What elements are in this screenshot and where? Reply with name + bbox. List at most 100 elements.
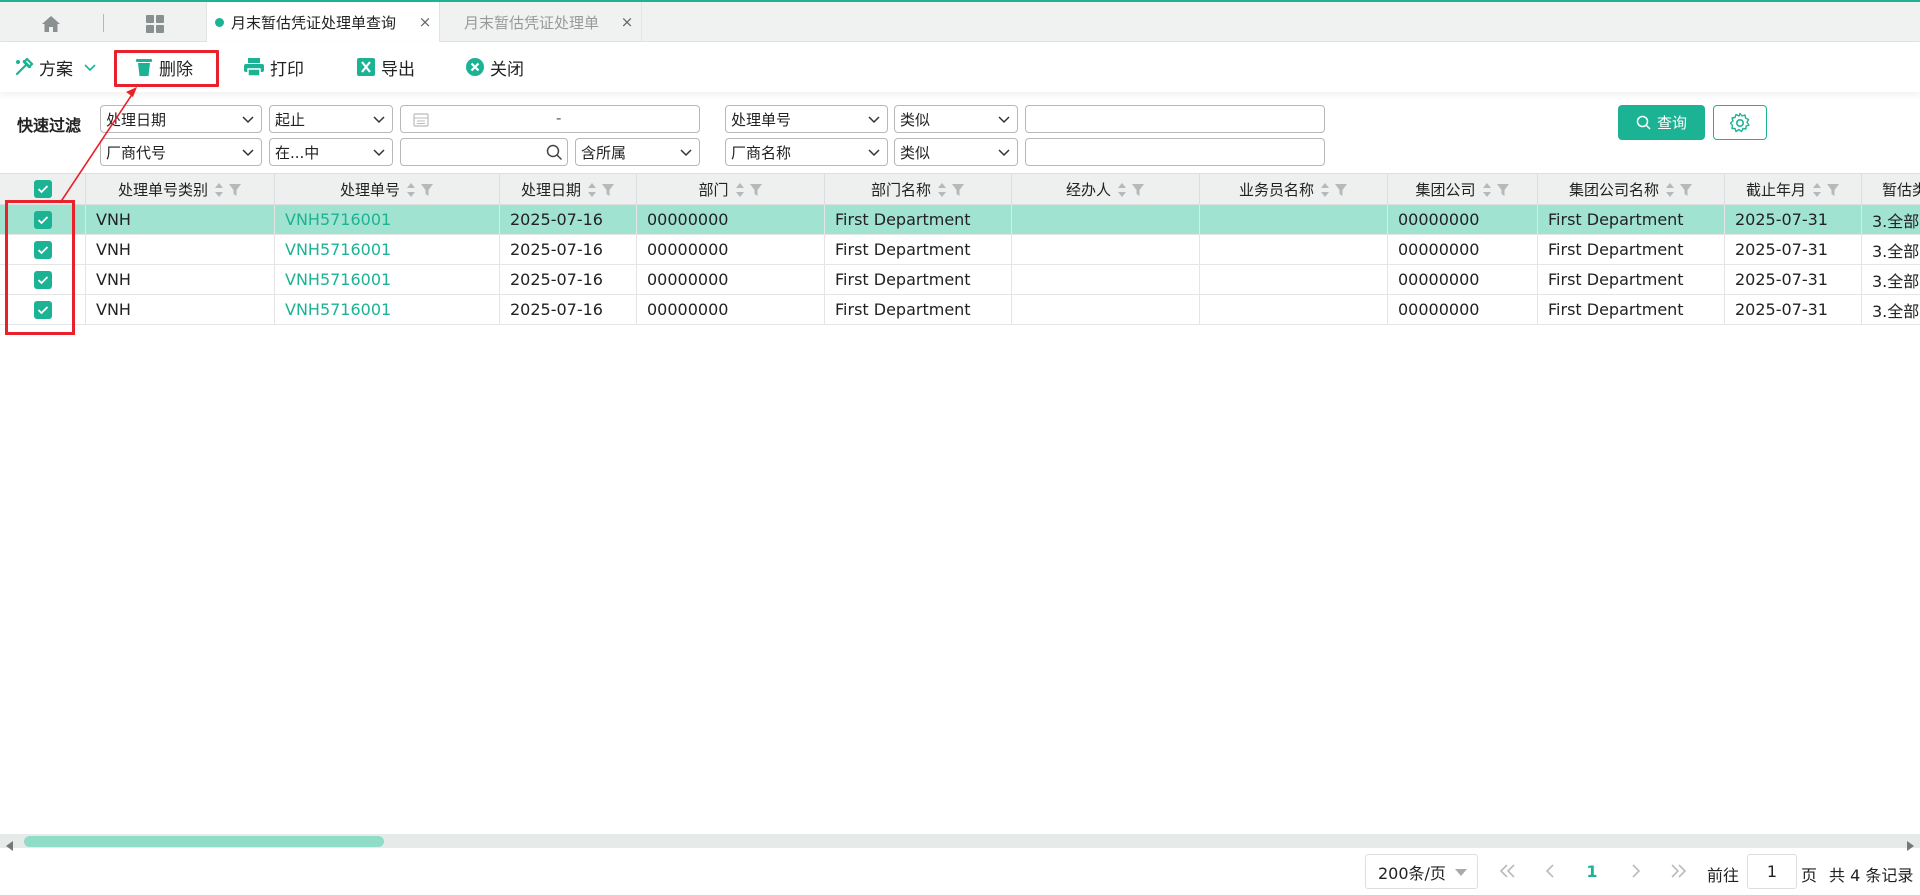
plan-icon	[14, 57, 34, 77]
filter-value-input-1[interactable]	[1025, 105, 1325, 133]
cell-group: 00000000	[1388, 205, 1538, 234]
cell-number[interactable]: VNH5716001	[275, 205, 500, 234]
scope-select[interactable]: 含所属	[575, 138, 700, 166]
sort-icon[interactable]	[1481, 181, 1493, 199]
chevron-down-icon	[83, 62, 97, 72]
filter-field-select-2[interactable]: 处理单号	[725, 105, 888, 133]
header-cutoff[interactable]: 截止年月	[1725, 174, 1862, 205]
tab-voucher[interactable]: 月末暂估凭证处理单 ×	[440, 2, 642, 42]
filter-operator-select-1[interactable]: 起止	[269, 105, 393, 133]
prev-page-icon[interactable]	[1538, 858, 1562, 884]
sort-icon[interactable]	[1811, 181, 1823, 199]
sort-icon[interactable]	[1319, 181, 1331, 199]
filter-icon[interactable]	[1826, 183, 1840, 197]
header-estimate-type[interactable]: 暂估类	[1862, 174, 1920, 205]
filter-icon[interactable]	[1334, 183, 1348, 197]
sort-icon[interactable]	[1664, 181, 1676, 199]
close-icon[interactable]: ×	[415, 13, 435, 31]
goto-suffix: 页	[1801, 866, 1818, 885]
header-label: 集团公司	[1415, 181, 1476, 199]
header-group[interactable]: 集团公司	[1388, 174, 1538, 205]
filter-icon[interactable]	[749, 183, 763, 197]
header-dept-name[interactable]: 部门名称	[825, 174, 1012, 205]
sort-icon[interactable]	[734, 181, 746, 199]
cell-group-name: First Department	[1538, 295, 1725, 324]
export-button[interactable]: 导出	[356, 50, 415, 84]
filter-field-select-3[interactable]: 厂商代号	[100, 138, 262, 166]
grid-icon[interactable]	[134, 10, 176, 38]
goto-page-input[interactable]: 1	[1747, 854, 1797, 889]
header-salesperson[interactable]: 业务员名称	[1200, 174, 1388, 205]
filter-value-input-2[interactable]	[1025, 138, 1325, 166]
chevron-down-icon	[997, 145, 1011, 163]
tab-voucher-query[interactable]: 月末暂估凭证处理单查询 ×	[206, 2, 440, 42]
header-dept[interactable]: 部门	[637, 174, 825, 205]
query-button[interactable]: 查询	[1618, 105, 1705, 140]
active-dot-icon	[215, 17, 224, 27]
sort-icon[interactable]	[1116, 181, 1128, 199]
header-handler[interactable]: 经办人	[1012, 174, 1200, 205]
header-number[interactable]: 处理单号	[275, 174, 500, 205]
first-page-icon[interactable]	[1496, 858, 1520, 884]
home-icon[interactable]	[30, 10, 72, 38]
cell-number[interactable]: VNH5716001	[275, 235, 500, 264]
header-category[interactable]: 处理单号类别	[86, 174, 275, 205]
export-label: 导出	[381, 59, 415, 80]
last-page-icon[interactable]	[1666, 858, 1690, 884]
cell-number[interactable]: VNH5716001	[275, 295, 500, 324]
table-row[interactable]: VNH VNH5716001 2025-07-16 00000000 First Dep…	[0, 235, 1920, 265]
sort-icon[interactable]	[405, 181, 417, 199]
date-range-input[interactable]: -	[400, 105, 700, 133]
sort-icon[interactable]	[213, 181, 225, 199]
table-row[interactable]: VNH VNH5716001 2025-07-16 00000000 First Dep…	[0, 205, 1920, 235]
header-group-name[interactable]: 集团公司名称	[1538, 174, 1725, 205]
plan-button[interactable]: 方案	[14, 50, 97, 84]
pagination: 200条/页 1 前往 1 页 共 4 条记录	[0, 852, 1920, 892]
filter-icon[interactable]	[1131, 183, 1145, 197]
header-label: 部门名称	[870, 181, 931, 199]
horizontal-scrollbar[interactable]	[0, 834, 1920, 851]
next-page-icon[interactable]	[1624, 858, 1648, 884]
sort-icon[interactable]	[936, 181, 948, 199]
filter-operator-select-3[interactable]: 在...中	[269, 138, 393, 166]
filter-icon[interactable]	[228, 183, 242, 197]
settings-button[interactable]	[1713, 105, 1767, 140]
select-all-checkbox[interactable]	[33, 180, 52, 198]
filter-icon[interactable]	[951, 183, 965, 197]
cell-number[interactable]: VNH5716001	[275, 265, 500, 294]
filter-field-select-1[interactable]: 处理日期	[100, 105, 262, 133]
header-date[interactable]: 处理日期	[500, 174, 637, 205]
cell-handler	[1012, 205, 1200, 234]
cell-dept: 00000000	[637, 235, 825, 264]
close-icon[interactable]: ×	[617, 13, 637, 31]
filter-operator-select-2[interactable]: 类似	[894, 105, 1018, 133]
chevron-down-icon	[372, 145, 386, 163]
filter-icon[interactable]	[1679, 183, 1693, 197]
cell-date: 2025-07-16	[500, 265, 637, 294]
cell-date: 2025-07-16	[500, 235, 637, 264]
cell-group: 00000000	[1388, 265, 1538, 294]
page-size-select[interactable]: 200条/页	[1365, 854, 1478, 889]
cell-cutoff: 2025-07-31	[1725, 235, 1862, 264]
close-button[interactable]: 关闭	[465, 50, 524, 84]
filter-icon[interactable]	[1496, 183, 1510, 197]
print-button[interactable]: 打印	[243, 50, 304, 84]
query-label: 查询	[1656, 114, 1687, 132]
sort-icon[interactable]	[586, 181, 598, 199]
filter-field-select-4[interactable]: 厂商名称	[725, 138, 888, 166]
table-row[interactable]: VNH VNH5716001 2025-07-16 00000000 First Dep…	[0, 295, 1920, 325]
cell-estimate-type: 3.全部	[1872, 271, 1920, 291]
checkbox-annotation	[5, 200, 75, 335]
cell-handler	[1012, 265, 1200, 294]
current-page[interactable]: 1	[1580, 858, 1604, 884]
cell-group: 00000000	[1388, 295, 1538, 324]
vendor-code-input[interactable]	[400, 138, 568, 166]
cell-category: VNH	[86, 235, 275, 264]
cell-salesperson	[1200, 265, 1388, 294]
filter-operator-select-4[interactable]: 类似	[894, 138, 1018, 166]
scrollbar-thumb[interactable]	[24, 836, 384, 847]
filter-icon[interactable]	[601, 183, 615, 197]
table-row[interactable]: VNH VNH5716001 2025-07-16 00000000 First Dep…	[0, 265, 1920, 295]
search-icon[interactable]	[546, 144, 563, 165]
filter-icon[interactable]	[420, 183, 434, 197]
